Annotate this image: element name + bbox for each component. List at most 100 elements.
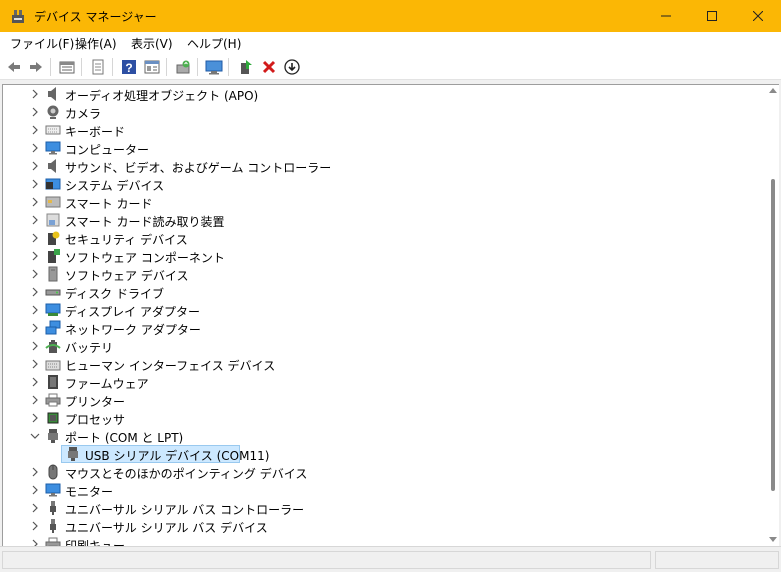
tree-category-item[interactable]: オーディオ処理オブジェクト (APO) [3,85,763,103]
tree-item-label: カメラ [65,107,102,121]
chevron-right-icon[interactable] [29,376,41,388]
tree-category-item[interactable]: セキュリティ デバイス [3,229,763,247]
maximize-button[interactable] [689,0,735,32]
tree-item-label: ポート (COM と LPT) [65,431,184,445]
chevron-right-icon[interactable] [29,484,41,496]
uninstall-device-button[interactable] [259,57,279,77]
chevron-right-icon[interactable] [29,178,41,190]
tree-category-item[interactable]: 印刷キュー [3,535,763,546]
chevron-right-icon[interactable] [29,538,41,546]
forward-button[interactable] [26,57,46,77]
tree-category-item[interactable]: ヒューマン インターフェイス デバイス [3,355,763,373]
chevron-right-icon[interactable] [29,322,41,334]
chevron-right-icon[interactable] [29,304,41,316]
firmware-icon [48,375,58,389]
tree-category-item[interactable]: ソフトウェア コンポーネント [3,247,763,265]
tree-category-item[interactable]: スマート カード [3,193,763,211]
toolbar-separator [112,58,113,76]
tree-category-item[interactable]: マウスとそのほかのポインティング デバイス [3,463,763,481]
tree-item-label: ディスプレイ アダプター [65,305,200,319]
view-icon [144,60,160,74]
update-driver-button[interactable] [173,57,193,77]
toolbar-separator [81,58,82,76]
tree-item-label: オーディオ処理オブジェクト (APO) [65,89,259,103]
menu-view[interactable]: 表示(V) [131,35,173,52]
chevron-right-icon[interactable] [29,268,41,280]
chevron-right-icon[interactable] [29,106,41,118]
tree-category-item[interactable]: ソフトウェア デバイス [3,265,763,283]
download-driver-button[interactable] [282,57,302,77]
vertical-scrollbar[interactable] [767,85,779,546]
chevron-right-icon[interactable] [29,394,41,406]
chevron-down-icon[interactable] [29,430,41,442]
hid-icon [45,360,61,371]
printer-icon [45,393,61,407]
tree-category-item[interactable]: ファームウェア [3,373,763,391]
scroll-up-icon[interactable] [769,88,777,93]
device-tree[interactable]: オーディオ処理オブジェクト (APO) カメラ キーボードコンピューターサウンド、ビ… [2,84,779,546]
tree-item-label: コンピューター [65,143,150,157]
chevron-right-icon[interactable] [29,412,41,424]
tree-category-item[interactable]: ユニバーサル シリアル バス デバイス [3,517,763,535]
scroll-down-icon[interactable] [769,537,777,542]
card-reader-icon [46,213,60,227]
chevron-right-icon[interactable] [29,502,41,514]
chevron-right-icon[interactable] [29,520,41,532]
chevron-right-icon[interactable] [29,142,41,154]
tree-category-item[interactable]: ポート (COM と LPT) [3,427,763,445]
tree-category-item[interactable]: スマート カード読み取り装置 [3,211,763,229]
back-button[interactable] [4,57,24,77]
uninstall-device-icon [262,60,276,74]
scroll-thumb[interactable] [771,179,775,491]
tree-child-item[interactable]: USB シリアル デバイス (COM11) [3,445,763,463]
tree-category-item[interactable]: システム デバイス [3,175,763,193]
close-button[interactable] [735,0,781,32]
help-icon: ? [122,60,136,75]
chevron-right-icon[interactable] [29,160,41,172]
chevron-right-icon[interactable] [29,88,41,100]
view-button[interactable] [142,57,162,77]
tree-category-item[interactable]: ディスク ドライブ [3,283,763,301]
tree-category-item[interactable]: プリンター [3,391,763,409]
tree-item-label: 印刷キュー [65,539,126,546]
tree-item-label: サウンド、ビデオ、およびゲーム コントローラー [65,161,332,175]
close-icon [753,11,763,21]
chevron-right-icon[interactable] [29,124,41,136]
tree-category-item[interactable]: コンピューター [3,139,763,157]
menu-help[interactable]: ヘルプ(H) [187,35,241,52]
tree-item-label: プリンター [65,395,126,409]
properties-list-button[interactable] [57,57,77,77]
tree-category-item[interactable]: ネットワーク アダプター [3,319,763,337]
tree-category-item[interactable]: キーボード [3,121,763,139]
chevron-right-icon[interactable] [29,340,41,352]
menu-action[interactable]: 操作(A) [75,35,117,52]
tree-category-item[interactable]: モニター [3,481,763,499]
document-icon [92,59,104,75]
download-driver-icon [284,59,300,75]
chevron-right-icon[interactable] [29,286,41,298]
chevron-right-icon[interactable] [29,196,41,208]
tree-category-item[interactable]: ディスプレイ アダプター [3,301,763,319]
scan-hardware-button[interactable] [204,57,224,77]
tree-category-item[interactable]: カメラ [3,103,763,121]
tree-category-item[interactable]: プロセッサ [3,409,763,427]
properties-list-icon [59,61,75,74]
tree-item-label: セキュリティ デバイス [65,233,188,247]
tree-category-item[interactable]: ユニバーサル シリアル バス コントローラー [3,499,763,517]
tree-category-item[interactable]: サウンド、ビデオ、およびゲーム コントローラー [3,157,763,175]
chevron-right-icon[interactable] [29,250,41,262]
chevron-right-icon[interactable] [29,232,41,244]
enable-device-button[interactable] [236,57,256,77]
minimize-button[interactable] [643,0,689,32]
enable-device-icon [241,60,252,74]
document-button[interactable] [88,57,108,77]
tree-category-item[interactable]: バッテリ [3,337,763,355]
help-button[interactable]: ? [119,57,139,77]
menu-file[interactable]: ファイル(F) [10,35,74,52]
chevron-right-icon[interactable] [29,466,41,478]
tree-item-label: モニター [65,485,114,499]
chevron-right-icon[interactable] [29,358,41,370]
chevron-right-icon[interactable] [29,214,41,226]
system-device-icon [45,178,61,190]
keyboard-icon [45,125,61,135]
